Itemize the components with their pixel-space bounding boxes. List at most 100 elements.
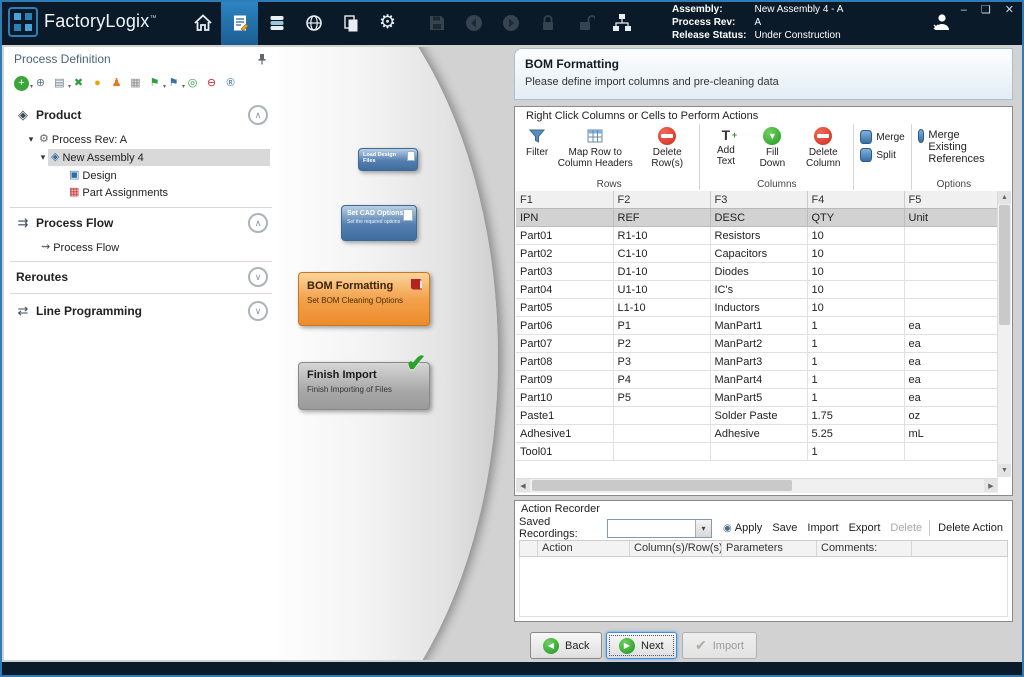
sidebar-item-reroutes[interactable]: Reroutes ∨ [4, 265, 278, 289]
recorder-column-header[interactable]: Parameters [722, 541, 817, 556]
export-button[interactable]: Export [844, 520, 886, 536]
bom-cell[interactable] [613, 443, 710, 461]
sidebar-item-product[interactable]: ◈ Product ∧ [4, 103, 278, 127]
bom-cell[interactable]: Adhesive [710, 425, 807, 443]
bom-cell[interactable]: Part03 [516, 263, 613, 281]
bom-cell[interactable]: ea [904, 389, 998, 407]
recorder-table-body[interactable] [519, 557, 1008, 617]
bom-cell[interactable]: Part01 [516, 227, 613, 245]
bom-data-row[interactable]: Part07P2ManPart21ea [516, 335, 998, 353]
saved-recordings-select[interactable]: ▾ [607, 519, 712, 538]
tree-item-new-assembly[interactable]: ▾ ◈ New Assembly 4 [4, 149, 278, 166]
expand-line-programming-icon[interactable]: ∨ [248, 301, 268, 321]
bom-cell[interactable]: 1 [807, 335, 904, 353]
bom-cell[interactable]: R1-10 [613, 227, 710, 245]
bom-cell[interactable]: Part07 [516, 335, 613, 353]
expand-reroutes-icon[interactable]: ∨ [248, 267, 268, 287]
user-icon[interactable]: ♟ [109, 76, 124, 91]
pin-icon[interactable] [256, 52, 268, 70]
bom-cell[interactable]: 1 [807, 443, 904, 461]
bom-cell[interactable]: IPN [516, 209, 613, 227]
recorder-icon-column[interactable] [520, 541, 538, 556]
bom-cell[interactable]: F5 [904, 191, 998, 209]
bom-cell[interactable]: 1 [807, 353, 904, 371]
delete-button[interactable]: Delete [885, 520, 927, 536]
bom-cell[interactable]: REF [613, 209, 710, 227]
bom-data-row[interactable]: Part02C1-10Capacitors10 [516, 245, 998, 263]
web-icon[interactable]: ⊕ [33, 76, 48, 91]
bom-cell[interactable]: Inductors [710, 299, 807, 317]
bom-data-row[interactable]: Part03D1-10Diodes10 [516, 263, 998, 281]
flag-green-icon[interactable]: ⚑▾ [147, 76, 162, 91]
bom-data-row[interactable]: Part04U1-10IC's10 [516, 281, 998, 299]
bom-cell[interactable]: 5.25 [807, 425, 904, 443]
bom-cell[interactable]: 10 [807, 227, 904, 245]
tree-item-process-flow[interactable]: ⇝ Process Flow [4, 239, 278, 256]
bom-cell[interactable]: DESC [710, 209, 807, 227]
bom-cell[interactable]: ManPart5 [710, 389, 807, 407]
add-text-button[interactable]: T+ Add Text [703, 124, 748, 167]
bom-cell[interactable]: Solder Paste [710, 407, 807, 425]
bom-cell[interactable] [613, 407, 710, 425]
recorder-column-header[interactable]: Comments: [817, 541, 912, 556]
split-button[interactable]: Split [857, 146, 907, 164]
bom-cell[interactable]: Capacitors [710, 245, 807, 263]
vertical-scrollbar[interactable]: ▲ ▼ [997, 191, 1011, 477]
bom-cell[interactable]: ea [904, 371, 998, 389]
bom-cell[interactable]: ManPart3 [710, 353, 807, 371]
apply-button[interactable]: ◉Apply [718, 520, 767, 536]
bom-data-row[interactable]: Part06P1ManPart11ea [516, 317, 998, 335]
bom-cell[interactable]: Part02 [516, 245, 613, 263]
bom-data-row[interactable]: Part10P5ManPart51ea [516, 389, 998, 407]
tree-item-part-assignments[interactable]: ▦ Part Assignments [4, 184, 278, 201]
remove-icon[interactable]: ⊖ [204, 76, 219, 91]
bom-cell[interactable]: 10 [807, 281, 904, 299]
bom-cell[interactable]: C1-10 [613, 245, 710, 263]
bom-cell[interactable]: QTY [807, 209, 904, 227]
bom-data-row[interactable]: Adhesive1Adhesive5.25mL [516, 425, 998, 443]
save-button[interactable] [418, 0, 455, 45]
bom-cell[interactable] [904, 263, 998, 281]
import-button[interactable]: Import [802, 520, 843, 536]
bom-cell[interactable]: ea [904, 353, 998, 371]
info-icon[interactable]: ® [223, 76, 238, 91]
bom-cell[interactable]: P1 [613, 317, 710, 335]
bom-cell[interactable]: mL [904, 425, 998, 443]
save-button[interactable]: Save [767, 520, 802, 536]
bom-cell[interactable]: F2 [613, 191, 710, 209]
minimize-button[interactable]: – [961, 4, 967, 16]
bom-cell[interactable]: 10 [807, 245, 904, 263]
bom-cell[interactable]: oz [904, 407, 998, 425]
step-set-cad-options[interactable]: Set CAD Options Set the required options [341, 205, 417, 241]
bom-cell[interactable]: Diodes [710, 263, 807, 281]
bom-cell[interactable] [710, 443, 807, 461]
delete-column-button[interactable]: Delete Column [796, 124, 850, 169]
bom-cell[interactable]: P3 [613, 353, 710, 371]
bom-cell[interactable]: F3 [710, 191, 807, 209]
tree-item-process-rev[interactable]: ▾ ⚙ Process Rev: A [4, 131, 278, 148]
filter-button[interactable]: Filter [522, 124, 552, 158]
bom-mapping-row[interactable]: IPNREFDESCQTYUnit [516, 209, 998, 227]
bom-cell[interactable]: 1 [807, 371, 904, 389]
process-definition-button[interactable] [221, 0, 258, 45]
bom-cell[interactable] [613, 425, 710, 443]
bom-cell[interactable] [904, 443, 998, 461]
tree-item-design[interactable]: ▣ Design [4, 167, 278, 184]
maximize-button[interactable]: ❏ [981, 4, 991, 16]
bom-cell[interactable]: 1 [807, 317, 904, 335]
bom-cell[interactable]: 10 [807, 299, 904, 317]
reports-button[interactable] [332, 0, 369, 45]
bom-cell[interactable]: 1.75 [807, 407, 904, 425]
bom-cell[interactable]: ManPart4 [710, 371, 807, 389]
bom-cell[interactable]: P5 [613, 389, 710, 407]
bom-cell[interactable]: F1 [516, 191, 613, 209]
bom-cell[interactable]: ea [904, 317, 998, 335]
bom-cell[interactable]: Part10 [516, 389, 613, 407]
bom-cell[interactable]: Part05 [516, 299, 613, 317]
network-button[interactable] [295, 0, 332, 45]
package-icon[interactable]: ▦ [128, 76, 143, 91]
bom-cell[interactable]: D1-10 [613, 263, 710, 281]
bom-data-row[interactable]: Tool011 [516, 443, 998, 461]
merge-button[interactable]: Merge [857, 128, 907, 146]
expander-icon[interactable]: ▾ [38, 152, 48, 163]
